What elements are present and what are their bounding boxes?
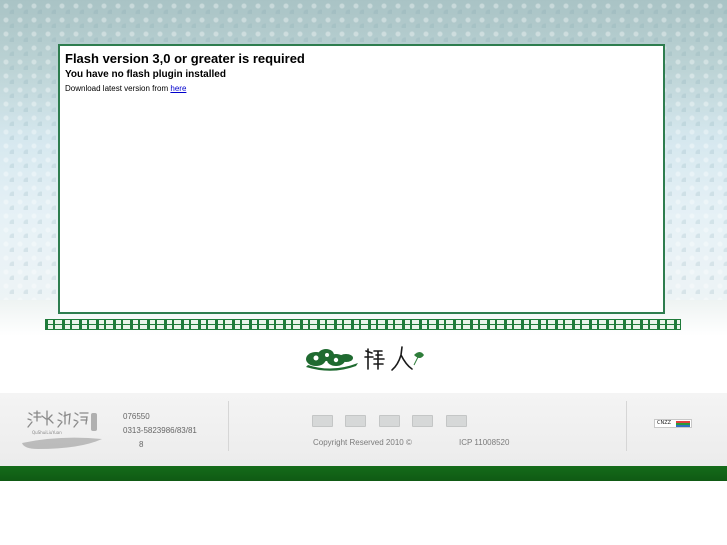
footer-info-line-2: 0313-5823986/83/81 [123, 426, 197, 435]
bottom-green-bar [0, 466, 727, 481]
cnzz-label: CNZZ [657, 420, 672, 426]
cnzz-stats-badge[interactable]: CNZZ [654, 419, 692, 428]
cloud-calligraphy-logo [306, 346, 424, 371]
flash-download-line: Download latest version from here [65, 82, 658, 96]
footer-nav-link-1[interactable] [312, 415, 333, 427]
footer-calligraphy-logo: QuShuiLiuYuan [22, 410, 102, 449]
flash-required-title: Flash version 3,0 or greater is required [65, 51, 305, 66]
footer-nav-link-3[interactable] [379, 415, 400, 427]
footer-divider-left [228, 401, 229, 451]
footer-info-line-1: 076550 [123, 412, 150, 421]
footer-divider-right [626, 401, 627, 451]
flash-missing-subtitle: You have no flash plugin installed [65, 69, 226, 80]
footer-nav-link-5[interactable] [446, 415, 467, 427]
footer-nav-link-4[interactable] [412, 415, 433, 427]
copyright-text: Copyright Reserved 2010 © [313, 438, 412, 447]
footer-nav-link-2[interactable] [345, 415, 366, 427]
flash-download-prefix: Download latest version from [65, 84, 171, 93]
decorative-fret-border [45, 319, 681, 330]
stats-bars-icon [676, 421, 690, 427]
icp-number: ICP 11008520 [459, 438, 510, 447]
flash-download-link[interactable]: here [170, 84, 186, 93]
flash-placeholder-box: Flash version 3,0 or greater is required… [58, 44, 665, 314]
svg-text:QuShuiLiuYuan: QuShuiLiuYuan [32, 430, 62, 435]
footer-info-line-3: 8 [139, 440, 144, 449]
site-footer: QuShuiLiuYuan 076550 0313-5823986/83/81 … [0, 393, 727, 466]
